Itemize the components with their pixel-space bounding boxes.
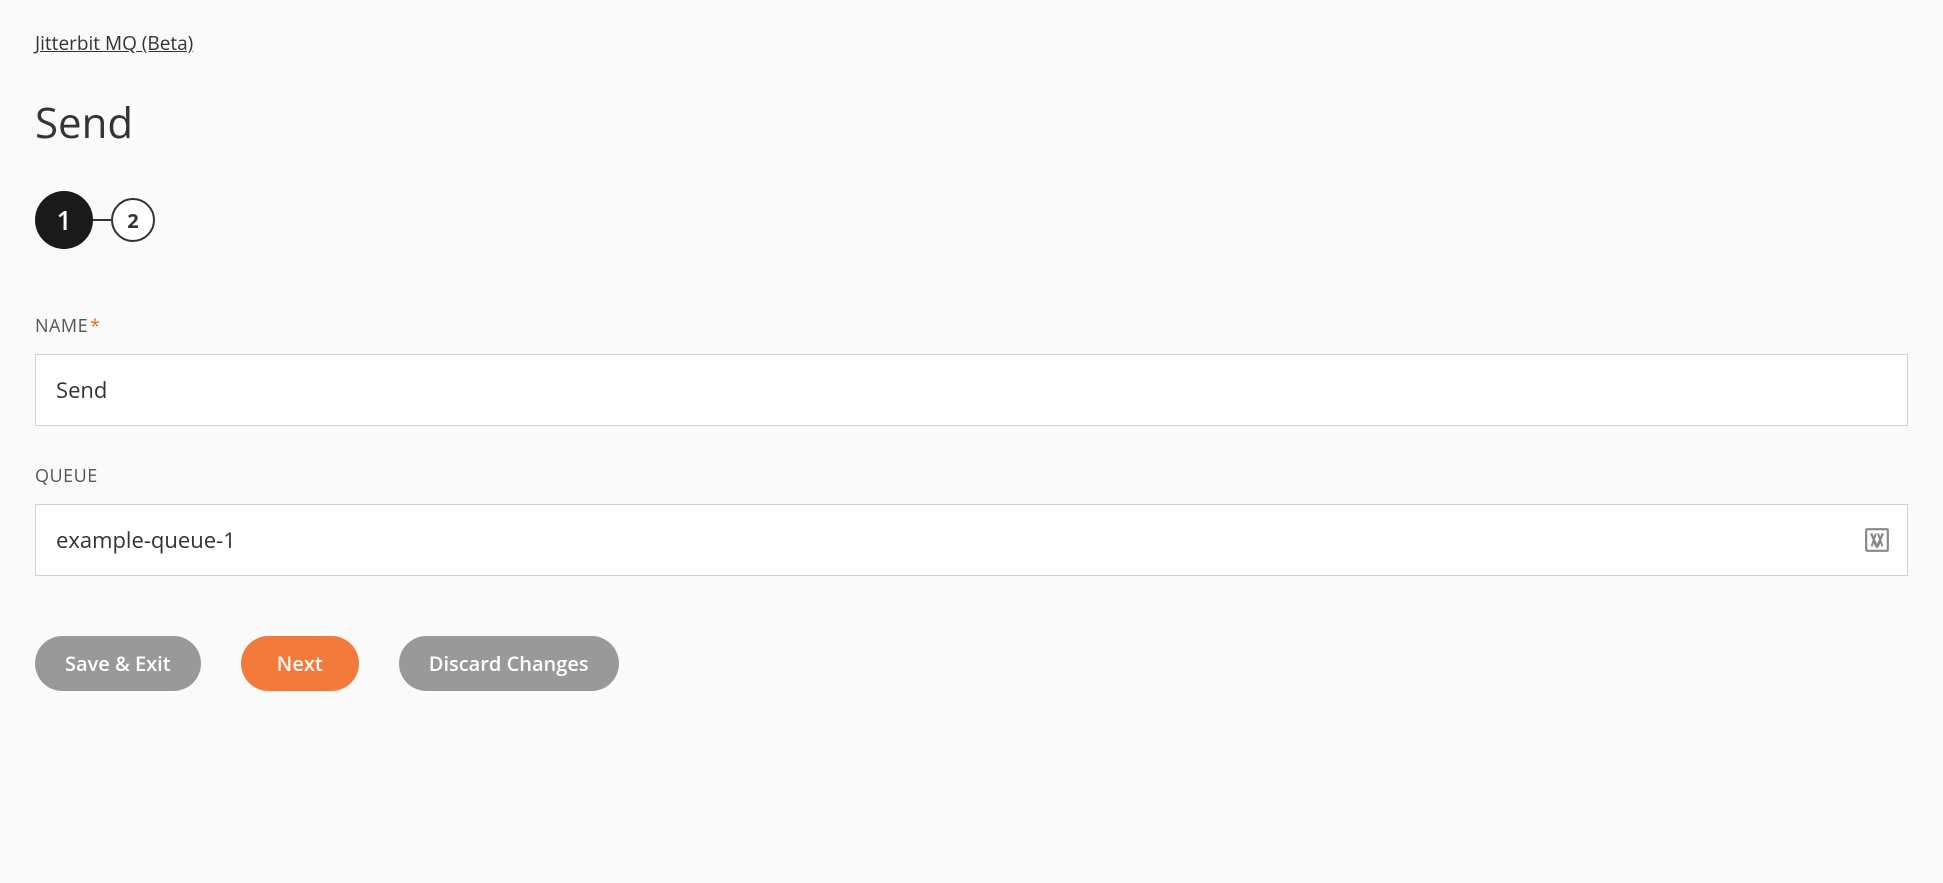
step-2[interactable]: 2	[111, 198, 155, 242]
step-1[interactable]: 1	[35, 191, 93, 249]
form-group-queue: QUEUE	[35, 464, 1908, 576]
save-exit-button[interactable]: Save & Exit	[35, 636, 201, 691]
variable-icon[interactable]	[1864, 527, 1890, 553]
form-group-name: NAME*	[35, 314, 1908, 426]
button-row: Save & Exit Next Discard Changes	[35, 636, 1908, 691]
queue-label: QUEUE	[35, 464, 1908, 488]
next-button[interactable]: Next	[241, 636, 359, 691]
discard-changes-button[interactable]: Discard Changes	[399, 636, 619, 691]
name-label: NAME*	[35, 314, 1908, 338]
stepper: 1 2	[35, 191, 1908, 249]
name-label-text: NAME	[35, 314, 88, 338]
queue-input-wrapper	[35, 504, 1908, 576]
required-indicator: *	[90, 314, 100, 338]
step-connector	[93, 219, 111, 221]
name-input[interactable]	[35, 354, 1908, 426]
breadcrumb-link[interactable]: Jitterbit MQ (Beta)	[35, 30, 193, 56]
page-title: Send	[35, 94, 1908, 151]
queue-input[interactable]	[35, 504, 1908, 576]
